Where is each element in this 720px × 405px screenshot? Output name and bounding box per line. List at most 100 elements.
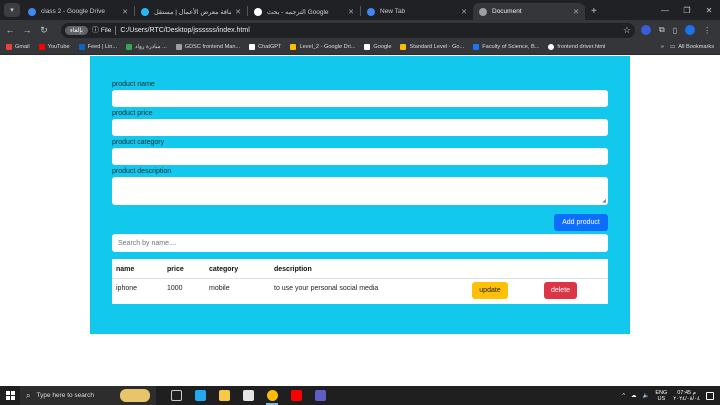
tab-1[interactable]: إضافة معرض الأعمال | مستقل ✕ (135, 3, 247, 20)
bookmark-faculty[interactable]: Faculty of Science, B... (473, 44, 539, 50)
taskbar-app-explorer[interactable] (212, 386, 236, 405)
close-icon[interactable]: ✕ (348, 8, 354, 16)
volume-icon[interactable]: 🔈 (643, 393, 650, 399)
new-tab-button[interactable]: + (585, 6, 603, 20)
windows-logo-icon (5, 391, 15, 400)
chrome-icon (367, 7, 375, 16)
extension-icon[interactable] (641, 25, 651, 35)
bookmark-level2[interactable]: Level_2 - Google Dri... (290, 44, 355, 50)
bookmark-label: Google (373, 44, 392, 50)
search-highlight-image (120, 389, 150, 402)
url-text[interactable]: C:/Users/RTC/Desktop/jssssss/index.html (120, 27, 623, 34)
tab-search-button[interactable]: ▾ (4, 3, 20, 17)
taskbar-app-store[interactable] (236, 386, 260, 405)
vscode-icon (194, 390, 206, 401)
address-bar[interactable]: بإلغاء ⓘ File C:/Users/RTC/Desktop/jssss… (61, 22, 635, 38)
column-header-name: name (116, 266, 135, 273)
cell-category: mobile (209, 285, 230, 292)
task-view-icon (170, 390, 182, 401)
update-button[interactable]: update (472, 282, 508, 299)
minimize-icon[interactable]: — (654, 6, 676, 15)
product-price-input[interactable] (112, 119, 608, 136)
more-bookmarks-icon[interactable]: » (661, 44, 664, 50)
window-controls: — ❐ ✕ (654, 0, 720, 20)
info-icon[interactable]: ⓘ (92, 25, 99, 35)
globe-icon (479, 7, 487, 16)
scheme-label: File (100, 26, 112, 34)
language-code: ENG (655, 389, 668, 396)
bookmark-star-icon[interactable]: ☆ (623, 25, 631, 36)
drive-icon (290, 44, 297, 50)
product-name-label: product name (112, 81, 155, 88)
chatgpt-icon (249, 44, 256, 50)
bookmark-gmail[interactable]: Gmail (6, 44, 30, 50)
taskbar-app-youtube[interactable] (284, 386, 308, 405)
column-header-price: price (167, 266, 184, 273)
youtube-icon (38, 44, 45, 50)
close-icon[interactable]: ✕ (122, 8, 128, 16)
product-name-input[interactable] (112, 90, 608, 107)
browser-toolbar: ← → ↻ بإلغاء ⓘ File C:/Users/RTC/Desktop… (0, 20, 720, 40)
product-category-input[interactable] (112, 148, 608, 165)
resize-handle-icon[interactable]: ◢ (602, 198, 606, 204)
bookmark-label: ChatGPT (258, 44, 282, 50)
close-window-icon[interactable]: ✕ (698, 6, 720, 15)
tab-3[interactable]: New Tab ✕ (361, 3, 473, 20)
taskbar-app-teams[interactable] (308, 386, 332, 405)
tab-2[interactable]: الترجمه - بحث Google ✕ (248, 3, 360, 20)
clock-date: ٢٠٢٤/٠٨/٠٤ (673, 395, 700, 402)
taskbar-app-vscode[interactable] (188, 386, 212, 405)
clock[interactable]: 07:45 م ٢٠٢٤/٠٨/٠٤ (673, 390, 700, 402)
bookmark-label: مبادرة رواد ... (135, 44, 167, 50)
bookmark-label: frontend driver.html (557, 44, 606, 50)
sidepanel-icon[interactable]: ▯ (673, 26, 677, 35)
all-bookmarks-button[interactable]: ▭ All Bookmarks (670, 44, 714, 50)
language-indicator[interactable]: ENG US (655, 390, 667, 402)
profile-chip[interactable]: بإلغاء (65, 25, 88, 35)
taskbar-app-chrome[interactable] (260, 386, 284, 405)
search-input[interactable]: Search by name.... (112, 234, 608, 252)
bookmark-frontend[interactable]: frontend driver.html (548, 44, 605, 50)
tab-title: class 2 - Google Drive (41, 8, 105, 15)
menu-dots-icon[interactable]: ⋮ (703, 26, 711, 35)
forward-arrow-icon[interactable]: → (20, 25, 34, 35)
back-arrow-icon[interactable]: ← (3, 25, 17, 35)
clock-time: 07:45 م (677, 389, 696, 396)
notification-icon[interactable] (706, 391, 714, 400)
bookmark-standard[interactable]: Standard Level - Go... (400, 44, 464, 50)
close-icon[interactable]: ✕ (235, 8, 241, 16)
close-icon[interactable]: ✕ (573, 8, 579, 16)
facebook-icon (473, 44, 480, 50)
bookmark-label: Feed | Lin... (87, 44, 118, 50)
delete-button[interactable]: delete (544, 282, 577, 299)
bookmark-gdsc[interactable]: GDSC frontend Man... (175, 44, 240, 50)
network-icon[interactable]: ☁ (631, 393, 637, 399)
drive-icon (28, 7, 36, 16)
drive-icon (400, 44, 407, 50)
maximize-icon[interactable]: ❐ (676, 6, 698, 15)
cell-description: to use your personal social media (274, 285, 379, 292)
bookmark-rowad[interactable]: مبادرة رواد ... (126, 44, 167, 50)
reload-icon[interactable]: ↻ (37, 25, 51, 36)
task-view-button[interactable] (164, 386, 188, 405)
tab-0[interactable]: class 2 - Google Drive ✕ (22, 3, 134, 20)
add-product-button[interactable]: Add product (554, 214, 608, 231)
chevron-up-icon[interactable]: ^ (622, 393, 625, 399)
bookmark-chatgpt[interactable]: ChatGPT (249, 44, 281, 50)
search-icon: ⌕ (26, 390, 31, 400)
product-description-textarea[interactable]: ◢ (112, 177, 608, 205)
close-icon[interactable]: ✕ (461, 8, 467, 16)
bookmark-linkedin[interactable]: Feed | Lin... (78, 44, 118, 50)
profile-avatar[interactable] (685, 25, 696, 35)
bookmark-google[interactable]: Google (364, 44, 391, 50)
puzzle-icon[interactable]: ⧉ (659, 25, 665, 35)
taskbar-search[interactable]: ⌕ Type here to search (20, 386, 156, 405)
divider (115, 25, 117, 35)
globe-icon (548, 44, 555, 50)
tab-strip: ▾ class 2 - Google Drive ✕ إضافة معرض ال… (0, 0, 720, 20)
tab-4[interactable]: Document ✕ (473, 3, 585, 20)
all-bookmarks-label: All Bookmarks (678, 44, 714, 50)
start-button[interactable] (0, 386, 20, 405)
store-icon (242, 390, 254, 401)
bookmark-youtube[interactable]: YouTube (38, 44, 70, 50)
